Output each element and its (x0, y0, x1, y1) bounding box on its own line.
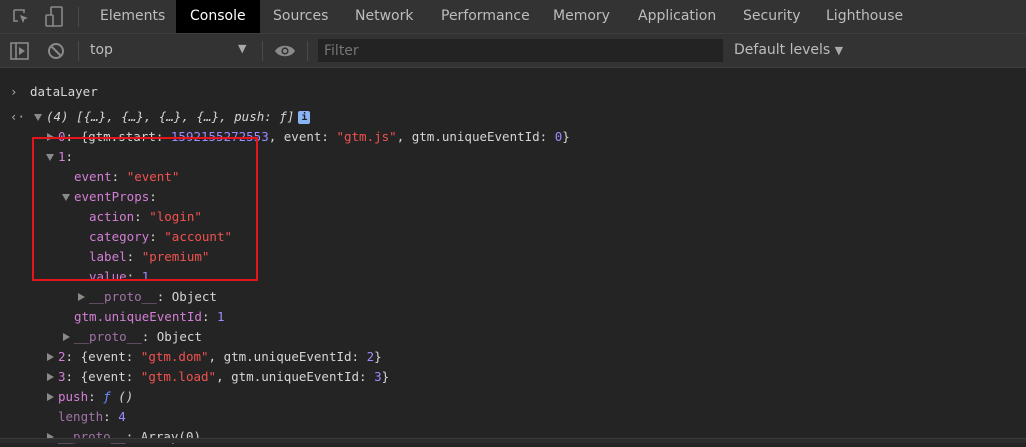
text: , gtm.uniqueEventId: (216, 369, 375, 384)
text: : (201, 309, 217, 324)
expanded-triangle-icon[interactable] (34, 114, 42, 121)
number-value: 4 (118, 409, 126, 424)
input-prompt-icon: › (10, 84, 18, 99)
context-selector[interactable]: top (90, 42, 113, 58)
scrollbar-track[interactable] (0, 438, 1026, 443)
console-line[interactable]: (4) [{…}, {…}, {…}, {…}, push: ƒ] i (46, 107, 311, 127)
property-key: 3 (58, 369, 66, 384)
text: , gtm.uniqueEventId: (396, 129, 555, 144)
console-line[interactable]: __proto__: Object (74, 327, 202, 347)
property-key: 2 (58, 349, 66, 364)
log-levels-label: Default levels (734, 42, 831, 58)
console-line[interactable]: 2: {event: "gtm.dom", gtm.uniqueEventId:… (58, 347, 382, 367)
console-line[interactable]: push: ƒ () (58, 387, 133, 407)
text: : (264, 109, 280, 124)
text: ƒ (279, 109, 287, 124)
console-line[interactable]: 3: {event: "gtm.load", gtm.uniqueEventId… (58, 367, 389, 387)
text: : Object (141, 329, 202, 344)
console-line[interactable]: __proto__: Object (89, 287, 217, 307)
number-value: 1 (217, 309, 225, 324)
tab-lighthouse[interactable]: Lighthouse (812, 0, 917, 33)
text: : (103, 409, 119, 424)
text: : (88, 389, 104, 404)
divider (262, 41, 263, 61)
text: } (562, 129, 570, 144)
text: : Object (156, 289, 217, 304)
string-value: "gtm.load" (140, 369, 217, 384)
result-arrow-icon: ‹· (10, 109, 26, 124)
show-sidebar-icon[interactable] (10, 42, 29, 60)
text: () (110, 389, 134, 404)
tab-performance[interactable]: Performance (427, 0, 544, 33)
tab-elements[interactable]: Elements (86, 0, 179, 33)
tab-security[interactable]: Security (729, 0, 815, 33)
tab-network[interactable]: Network (341, 0, 427, 33)
collapsed-triangle-icon[interactable] (47, 353, 54, 361)
eye-icon[interactable] (274, 44, 296, 58)
text: push (234, 109, 265, 124)
text: ] (286, 109, 295, 124)
collapsed-triangle-icon[interactable] (63, 333, 70, 341)
text: } (374, 349, 382, 364)
collapsed-triangle-icon[interactable] (78, 293, 85, 301)
property-key: push (58, 389, 89, 404)
divider (307, 41, 308, 61)
console-line: length: 4 (58, 407, 126, 427)
number-value: 3 (374, 369, 382, 384)
string-value: "gtm.dom" (140, 349, 209, 364)
console-toolbar: top ▼ Default levels ▼ (0, 34, 1026, 68)
collapsed-triangle-icon[interactable] (47, 373, 54, 381)
property-key: gtm.uniqueEventId (74, 309, 202, 324)
tab-memory[interactable]: Memory (539, 0, 624, 33)
text: : {event: (65, 349, 141, 364)
property-key: __proto__ (89, 289, 157, 304)
text: dataLayer (30, 84, 98, 99)
collapsed-triangle-icon[interactable] (47, 393, 54, 401)
highlight-box (32, 137, 258, 281)
divider (78, 7, 79, 27)
tab-console[interactable]: Console (176, 0, 260, 33)
chevron-down-icon: ▼ (834, 44, 844, 57)
divider (78, 41, 79, 61)
log-levels-dropdown[interactable]: Default levels ▼ (734, 42, 843, 58)
text: : {event: (65, 369, 141, 384)
devtools-tab-bar: Elements Console Sources Network Performance… (0, 0, 1026, 34)
tab-application[interactable]: Application (624, 0, 730, 33)
text: , gtm.uniqueEventId: (208, 349, 367, 364)
chevron-down-icon[interactable]: ▼ (238, 42, 246, 55)
inspect-element-icon[interactable] (12, 8, 30, 26)
filter-input[interactable] (318, 39, 723, 62)
console-line: gtm.uniqueEventId: 1 (74, 307, 225, 327)
text: (4) [{…}, {…}, {…}, {…}, (46, 109, 235, 124)
text: } (381, 369, 390, 384)
string-value: "gtm.js" (336, 129, 397, 144)
info-icon[interactable]: i (298, 111, 311, 124)
clear-console-icon[interactable] (47, 42, 65, 60)
console-line[interactable]: __proto__: Array(0) (58, 427, 201, 447)
text: , event: (268, 129, 337, 144)
console-line: dataLayer (30, 82, 98, 102)
property-key: __proto__ (74, 329, 142, 344)
function-value: ƒ (103, 389, 111, 404)
property-key: length (58, 409, 104, 424)
number-value: 2 (366, 349, 375, 364)
device-toolbar-icon[interactable] (44, 6, 64, 28)
tab-sources[interactable]: Sources (259, 0, 342, 33)
